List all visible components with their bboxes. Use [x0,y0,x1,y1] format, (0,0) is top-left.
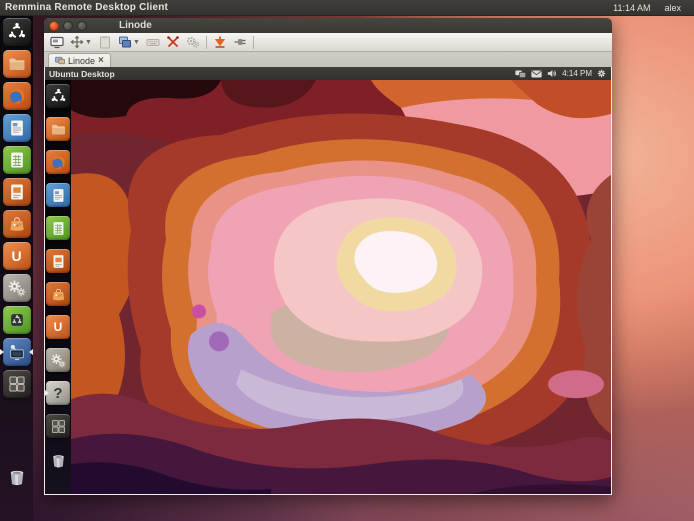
remote-launcher-item-firefox[interactable] [45,150,71,174]
indicator-tray: 11:14 AM alex [578,3,694,13]
running-indicator [0,349,4,355]
writer-icon [46,183,70,207]
launcher-item-system-settings[interactable] [0,274,33,302]
trash-icon [3,463,31,491]
remote-launcher-item-ubuntu-one[interactable]: U [45,315,71,339]
unknown-window-icon: ? [46,381,70,405]
tools-button[interactable] [166,35,180,49]
launcher-item-libreoffice-writer[interactable] [0,114,33,142]
firefox-icon [3,82,31,110]
remote-desktop-body: U ? [45,80,611,494]
disconnect-button[interactable] [233,35,247,49]
ubuntu-green-app-icon [3,306,31,334]
ubuntu-one-letter: U [54,321,63,333]
calc-icon [46,216,70,240]
workspace-switcher-icon [3,370,31,398]
active-app-title: Remmina Remote Desktop Client [0,2,168,13]
toggle-fullscreen-button[interactable] [50,35,64,49]
ubuntu-dash-icon [46,84,70,108]
top-panel: Remmina Remote Desktop Client 11:14 AM a… [0,0,694,16]
user-menu[interactable]: alex [664,3,681,13]
screenshot-button[interactable]: ▼ [118,35,140,49]
remote-launcher-item-unknown-window[interactable]: ? [45,381,71,405]
launcher-item-remmina[interactable] [0,338,33,366]
close-button[interactable] [49,21,59,31]
workspace-switcher-icon [46,414,70,438]
window-titlebar[interactable]: Linode [44,18,612,33]
remote-launcher-item-dash-home[interactable] [45,84,71,108]
remote-launcher-item-system-settings[interactable] [45,348,71,372]
system-settings-icon [3,274,31,302]
paste-button [98,35,112,49]
launcher-item-home-folder[interactable] [0,50,33,78]
remote-clock-indicator[interactable]: 4:14 PM [562,69,592,78]
launcher-item-software-center[interactable] [0,210,33,238]
calc-icon [3,146,31,174]
home-folder-icon [46,117,70,141]
ubuntu-dash-icon [3,18,31,46]
trash-icon [46,448,70,472]
remote-launcher-item-trash[interactable] [45,448,71,472]
launcher-item-ubuntu-one[interactable]: U [0,242,33,270]
question-mark: ? [53,386,62,401]
scaled-mode-button[interactable]: ▼ [70,35,92,49]
ubuntu-one-icon: U [3,242,31,270]
launcher-item-trash[interactable] [0,463,33,491]
tab-label: Linode [68,56,95,66]
minimize-button[interactable] [63,21,73,31]
preferences-button [186,35,200,49]
remote-desktop-viewport[interactable]: Ubuntu Desktop 4:14 PM U ? [44,67,612,495]
tab-linode[interactable]: Linode × [48,53,111,67]
clock-indicator[interactable]: 11:14 AM [613,3,650,13]
firefox-icon [46,150,70,174]
launcher-item-firefox[interactable] [0,82,33,110]
launcher-item-libreoffice-calc[interactable] [0,146,33,174]
impress-icon [46,249,70,273]
remote-wallpaper-art [71,80,611,494]
remote-top-panel: Ubuntu Desktop 4:14 PM [45,67,611,80]
software-center-icon [3,210,31,238]
unity-launcher: U [0,16,33,521]
remote-launcher-item-home-folder[interactable] [45,117,71,141]
system-settings-icon [46,348,70,372]
writer-icon [3,114,31,142]
launcher-item-workspace-switcher[interactable] [0,370,33,398]
remote-launcher-item-workspace-switcher[interactable] [45,414,71,438]
remote-launcher-item-libreoffice-impress[interactable] [45,249,71,273]
launcher-item-dash-home[interactable] [0,18,33,46]
running-indicator [45,390,49,396]
scaled-mode-caret[interactable]: ▼ [85,39,92,46]
tab-close-icon[interactable]: × [98,56,104,66]
remote-unity-launcher: U ? [45,80,71,494]
toolbar-separator [253,36,254,49]
focused-indicator [29,349,33,355]
remmina-window: Linode ▼ ▼ Linode × Ubuntu Desktop 4 [44,18,612,495]
remote-active-app-title: Ubuntu Desktop [45,69,115,79]
screenshot-caret[interactable]: ▼ [133,39,140,46]
software-center-icon [46,282,70,306]
remote-launcher-item-libreoffice-calc[interactable] [45,216,71,240]
window-title: Linode [119,20,152,31]
home-folder-icon [3,50,31,78]
remote-launcher-item-libreoffice-writer[interactable] [45,183,71,207]
ubuntu-one-letter: U [11,249,21,263]
tab-connection-icon [55,56,65,65]
launcher-spacer [0,402,33,463]
launcher-item-ubuntu-green-app[interactable] [0,306,33,334]
keyboard-grab-button [146,35,160,49]
impress-icon [3,178,31,206]
maximize-button[interactable] [77,21,87,31]
minimize-to-tray-button[interactable] [213,35,227,49]
remote-launcher-item-software-center[interactable] [45,282,71,306]
ubuntu-one-icon: U [46,315,70,339]
remmina-toolbar: ▼ ▼ [44,33,612,52]
launcher-item-libreoffice-impress[interactable] [0,178,33,206]
remote-wallpaper[interactable] [71,80,611,494]
remmina-icon [3,338,31,366]
toolbar-separator [206,36,207,49]
